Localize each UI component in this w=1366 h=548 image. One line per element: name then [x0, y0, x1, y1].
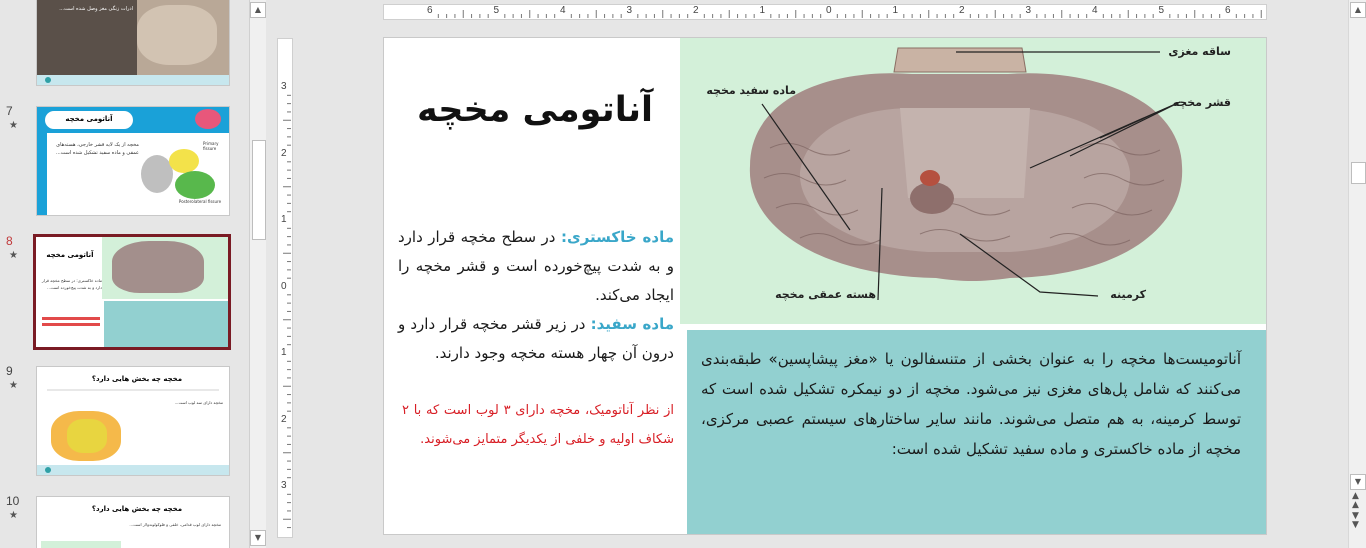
- thumb-dot-icon: [45, 77, 51, 83]
- cerebellum-section-image: [749, 47, 1183, 301]
- ruler-label: 2: [959, 5, 965, 16]
- thumbnail-title: آناتومی مخچه: [65, 115, 113, 123]
- thumbnail-body: مخچه از یک لایه قشر خارجی، هسته‌های عمقی…: [55, 142, 139, 156]
- cerebellum-image-panel: ساقه مغزی ماده سفید مخچه قشر مخچه هسته ع…: [680, 38, 1266, 324]
- ruler-label: 0: [281, 280, 287, 292]
- slide-thumbnail-10[interactable]: مخچه چه بخش هایی دارد؟ مخچه دارای لوب قد…: [36, 496, 230, 548]
- gray-matter-term: ماده خاکستری:: [560, 228, 675, 246]
- ruler-label: 1: [281, 347, 287, 358]
- star-icon: ★: [9, 380, 18, 391]
- horizontal-ruler: 6 5 4 3 2 1 0 1 2 3 4 5 6: [383, 4, 1267, 20]
- ruler-label: 4: [1092, 5, 1098, 16]
- ruler-label: 3: [626, 5, 633, 16]
- lobes-note: از نظر آناتومیک، مخچه دارای ۳ لوب است که…: [402, 403, 674, 447]
- next-slide-icon[interactable]: ▼ ▼: [1352, 512, 1359, 530]
- thumbnail-body: مخچه دارای سه لوب است...: [174, 400, 223, 405]
- ruler-label: 2: [693, 5, 699, 16]
- editor-scrollbar[interactable]: ▲ ▼ ▲ ▲ ▼ ▼: [1348, 0, 1366, 548]
- ruler-label: 0: [826, 5, 832, 16]
- slide-number-7: 7: [6, 104, 13, 118]
- thumbnail-body: ادرات زنگی مغز وصل شده است...: [59, 6, 133, 12]
- brain-icon: [195, 109, 221, 129]
- scroll-down-icon[interactable]: ▼: [1350, 474, 1366, 490]
- matter-description: ماده خاکستری: در سطح مخچه قرار دارد و به…: [398, 223, 674, 368]
- ruler-label: 1: [281, 214, 287, 225]
- label-white-matter: ماده سفید مخچه: [706, 84, 796, 97]
- ruler-label: 4: [560, 5, 566, 16]
- info-box: آناتومیست‌ها مخچه را به عنوان بخشی از مت…: [687, 330, 1266, 534]
- label-cortex: قشر مخچه: [1172, 96, 1231, 109]
- ruler-label: 3: [1025, 5, 1032, 16]
- slide-canvas[interactable]: ساقه مغزی ماده سفید مخچه قشر مخچه هسته ع…: [383, 37, 1267, 535]
- ruler-label: 3: [281, 81, 287, 92]
- label-brainstem: ساقه مغزی: [1168, 45, 1231, 58]
- previous-slide-icon[interactable]: ▲ ▲: [1352, 492, 1359, 510]
- thumb-dot-icon: [45, 467, 51, 473]
- thumbnail-title: مخچه چه بخش هایی دارد؟: [91, 505, 183, 513]
- scroll-thumb[interactable]: [1351, 162, 1366, 184]
- thumbnails-scrollbar[interactable]: ▲ ▼: [249, 0, 266, 548]
- thumbnail-title: مخچه چه بخش هایی دارد؟: [91, 375, 183, 383]
- slide-thumbnail-9[interactable]: مخچه چه بخش هایی دارد؟ مخچه دارای سه لوب…: [36, 366, 230, 476]
- slide-thumbnail-8[interactable]: آناتومی مخچه ماده خاکستری: در سطح مخچه ق…: [33, 234, 231, 350]
- vertical-ruler: 3 2 1 0 1 2 3: [277, 38, 293, 538]
- slide-number-9: 9: [6, 364, 13, 378]
- cerebellum-diagram: [141, 145, 221, 203]
- slide-number-10: 10: [6, 494, 20, 508]
- label-vermis: کرمینه: [1110, 288, 1146, 301]
- ruler-label: 6: [427, 5, 433, 16]
- slide-thumbnails-pane: ادرات زنگی مغز وصل شده است... 7 ★ آناتوم…: [0, 0, 249, 548]
- scroll-down-icon[interactable]: ▼: [250, 530, 266, 546]
- ruler-label: 2: [281, 413, 287, 425]
- thumbnail-body: ماده خاکستری: در سطح مخچه قرار دارد و به…: [41, 278, 102, 290]
- fissure-label-bottom: Posterolateral fissure: [178, 199, 222, 204]
- thumbnail-title: آناتومی مخچه: [46, 251, 94, 259]
- ruler-label: 3: [281, 480, 287, 491]
- cerebellum-image: [112, 241, 204, 293]
- info-box-text: آناتومیست‌ها مخچه را به عنوان بخشی از مت…: [701, 350, 1241, 458]
- thumbnail-body: مخچه دارای لوب قدامی، خلفی و فلوکولوندول…: [129, 522, 221, 527]
- scroll-up-icon[interactable]: ▲: [1350, 2, 1366, 18]
- label-deep-nucleus: هسته عمقی مخچه: [775, 288, 876, 301]
- ruler-label: 1: [892, 5, 899, 16]
- ruler-label: 5: [493, 5, 500, 16]
- slide-number-8: 8: [6, 234, 13, 248]
- star-icon: ★: [9, 120, 18, 131]
- ruler-label: 1: [759, 5, 766, 16]
- ruler-label: 6: [1225, 5, 1231, 16]
- slide-title: آناتومی مخچه: [417, 90, 653, 130]
- scroll-up-icon[interactable]: ▲: [250, 2, 266, 18]
- slide-thumbnail-6[interactable]: ادرات زنگی مغز وصل شده است...: [36, 0, 230, 86]
- ruler-label: 5: [1158, 5, 1165, 16]
- star-icon: ★: [9, 510, 18, 521]
- slide-thumbnail-7[interactable]: آناتومی مخچه مخچه از یک لایه قشر خارجی، …: [36, 106, 230, 216]
- star-icon: ★: [9, 250, 18, 261]
- ruler-label: 2: [281, 147, 287, 159]
- fissure-label-top: Primary fissure: [203, 141, 219, 151]
- white-matter-term: ماده سفید:: [590, 315, 675, 333]
- scroll-thumb[interactable]: [252, 140, 266, 240]
